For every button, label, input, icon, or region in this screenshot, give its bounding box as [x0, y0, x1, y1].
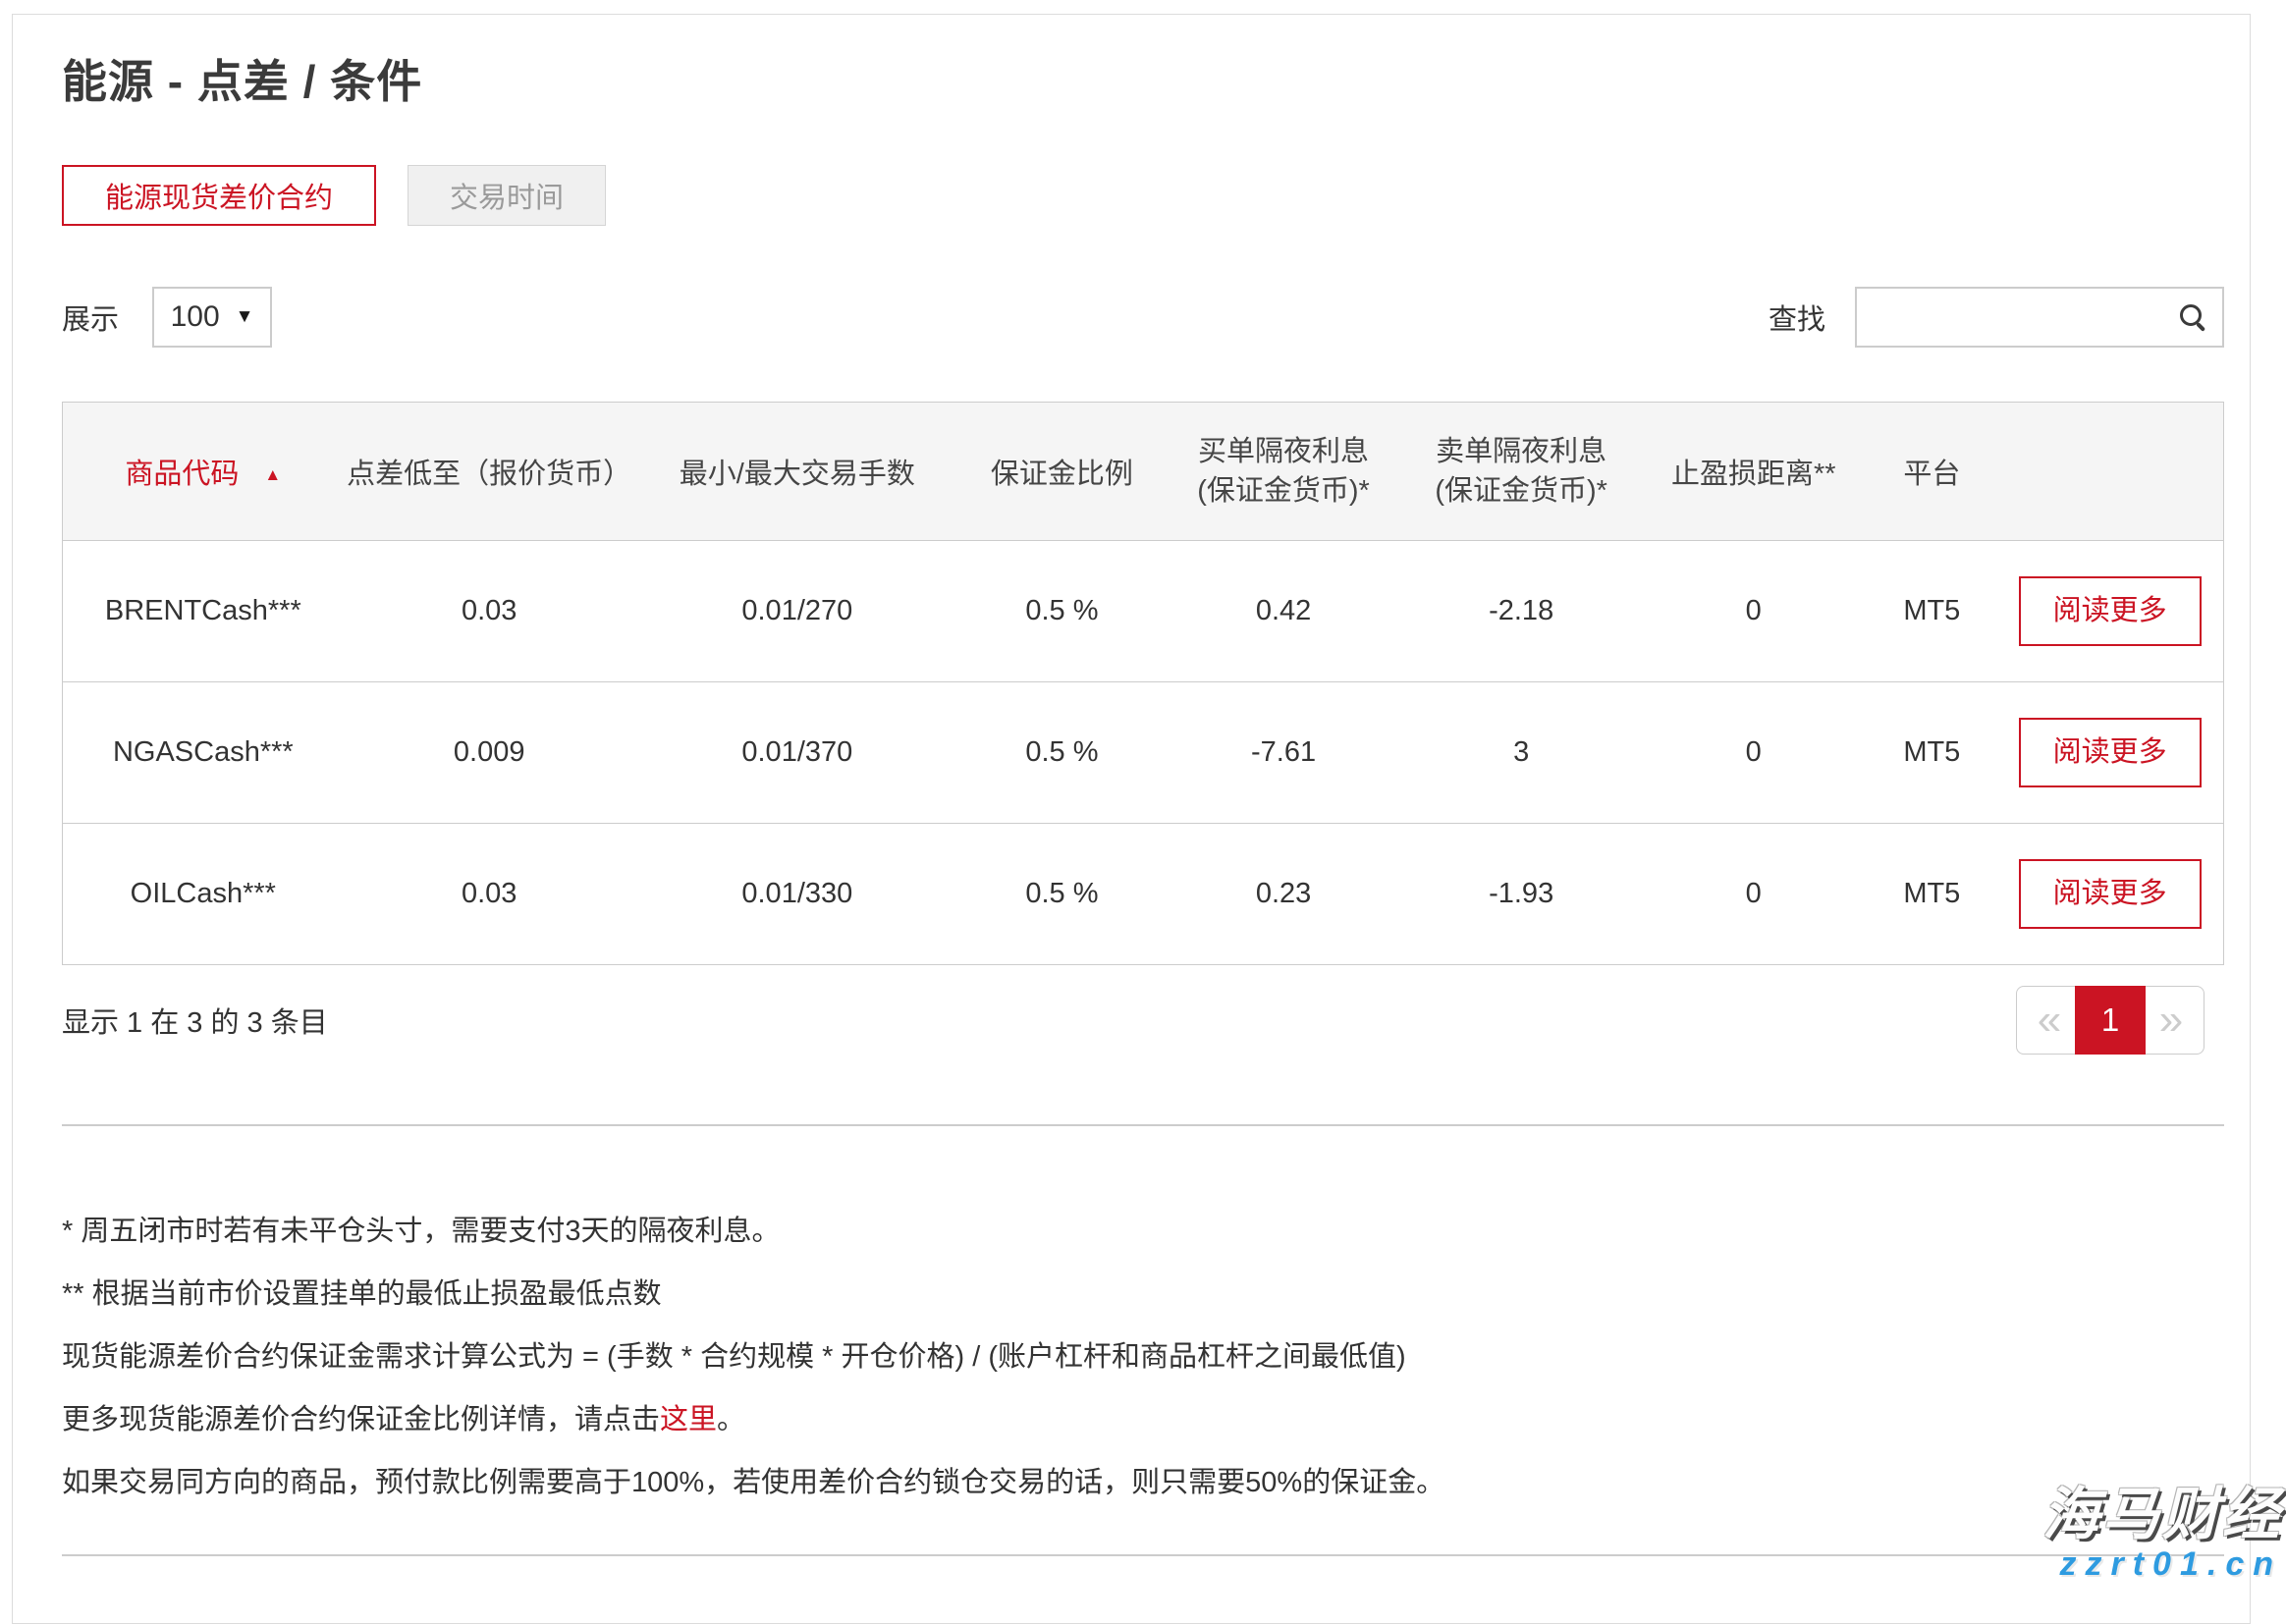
column-header-lots[interactable]: 最小/最大交易手数: [635, 403, 959, 541]
chevron-down-icon: ▼: [236, 306, 254, 328]
sell-swap-line1: 卖单隔夜利息: [1402, 432, 1640, 471]
read-more-button[interactable]: 阅读更多: [2019, 718, 2202, 787]
cell-actions: 阅读更多: [1996, 824, 2223, 965]
here-link[interactable]: 这里: [660, 1404, 717, 1435]
cell-margin: 0.5 %: [959, 824, 1165, 965]
cell-spread: 0.009: [344, 682, 635, 824]
cell-actions: 阅读更多: [1996, 682, 2223, 824]
cell-margin: 0.5 %: [959, 682, 1165, 824]
column-header-margin[interactable]: 保证金比例: [959, 403, 1165, 541]
table-row: OILCash*** 0.03 0.01/330 0.5 % 0.23 -1.9…: [63, 824, 2224, 965]
cell-buy-swap: -7.61: [1165, 682, 1402, 824]
footnote-link-suffix: 。: [717, 1404, 745, 1435]
column-header-stop-distance[interactable]: 止盈损距离**: [1640, 403, 1867, 541]
table-controls: 展示 100 ▼ 查找: [62, 287, 2224, 348]
column-header-sell-swap[interactable]: 卖单隔夜利息 (保证金货币)*: [1402, 403, 1640, 541]
content-panel: 能源 - 点差 / 条件 能源现货差价合约 交易时间 展示 100 ▼ 查找: [12, 14, 2251, 1624]
cell-actions: 阅读更多: [1996, 541, 2223, 682]
search-box: [1855, 287, 2224, 348]
column-header-actions: [1996, 403, 2223, 541]
cell-code: OILCash***: [63, 824, 344, 965]
cell-spread: 0.03: [344, 541, 635, 682]
show-entries-label: 展示: [62, 297, 119, 338]
table-header-row: 商品代码 ▲ 点差低至（报价货币） 最小/最大交易手数 保证金比例 买单隔夜利息 …: [63, 403, 2224, 541]
search-label: 查找: [1769, 297, 1825, 338]
column-header-platform[interactable]: 平台: [1867, 403, 1996, 541]
read-more-button[interactable]: 阅读更多: [2019, 576, 2202, 646]
buy-swap-line2: (保证金货币)*: [1165, 471, 1402, 511]
instruments-table-wrap: 商品代码 ▲ 点差低至（报价货币） 最小/最大交易手数 保证金比例 买单隔夜利息 …: [62, 402, 2224, 965]
cell-lots: 0.01/270: [635, 541, 959, 682]
cell-platform: MT5: [1867, 541, 1996, 682]
sort-asc-icon: ▲: [264, 465, 281, 484]
instruments-table: 商品代码 ▲ 点差低至（报价货币） 最小/最大交易手数 保证金比例 买单隔夜利息 …: [62, 402, 2224, 965]
page-size-select[interactable]: 100 ▼: [152, 287, 272, 348]
cell-spread: 0.03: [344, 824, 635, 965]
divider: [62, 1124, 2224, 1126]
footnote-hedged-margin: 如果交易同方向的商品，预付款比例需要高于100%，若使用差价合约锁仓交易的话，则…: [62, 1451, 2224, 1514]
footnote-link-prefix: 更多现货能源差价合约保证金比例详情，请点击: [62, 1404, 660, 1435]
pagination: « 1 »: [2016, 986, 2204, 1055]
tab-energy-spot-cfd[interactable]: 能源现货差价合约: [62, 165, 376, 226]
search-input[interactable]: [1873, 300, 2179, 334]
pagination-prev-button[interactable]: «: [2016, 986, 2083, 1055]
column-header-buy-swap[interactable]: 买单隔夜利息 (保证金货币)*: [1165, 403, 1402, 541]
buy-swap-line1: 买单隔夜利息: [1165, 432, 1402, 471]
cell-sell-swap: -1.93: [1402, 824, 1640, 965]
page-size-value: 100: [171, 300, 220, 334]
footnote-margin-details: 更多现货能源差价合约保证金比例详情，请点击这里。: [62, 1388, 2224, 1451]
cell-stop-distance: 0: [1640, 541, 1867, 682]
cell-sell-swap: -2.18: [1402, 541, 1640, 682]
cell-lots: 0.01/370: [635, 682, 959, 824]
tab-energy-spot-cfd-label: 能源现货差价合约: [105, 175, 333, 216]
table-footer: 显示 1 在 3 的 3 条目 « 1 »: [62, 985, 2224, 1056]
cell-platform: MT5: [1867, 824, 1996, 965]
footnote-stop-levels: ** 根据当前市价设置挂单的最低止损盈最低点数: [62, 1263, 2224, 1326]
table-row: NGASCash*** 0.009 0.01/370 0.5 % -7.61 3…: [63, 682, 2224, 824]
cell-code: BRENTCash***: [63, 541, 344, 682]
pagination-page-1[interactable]: 1: [2075, 986, 2146, 1055]
column-header-spread[interactable]: 点差低至（报价货币）: [344, 403, 635, 541]
cell-buy-swap: 0.23: [1165, 824, 1402, 965]
chevron-double-right-icon: »: [2159, 996, 2183, 1045]
cell-stop-distance: 0: [1640, 682, 1867, 824]
tab-bar: 能源现货差价合约 交易时间: [62, 165, 2224, 226]
table-row: BRENTCash*** 0.03 0.01/270 0.5 % 0.42 -2…: [63, 541, 2224, 682]
cell-code: NGASCash***: [63, 682, 344, 824]
pagination-next-button[interactable]: »: [2138, 986, 2204, 1055]
cell-lots: 0.01/330: [635, 824, 959, 965]
entries-summary: 显示 1 在 3 的 3 条目: [62, 1000, 328, 1041]
footnote-margin-formula: 现货能源差价合约保证金需求计算公式为 = (手数 * 合约规模 * 开仓价格) …: [62, 1326, 2224, 1388]
page-title: 能源 - 点差 / 条件: [62, 52, 2224, 111]
sell-swap-line2: (保证金货币)*: [1402, 471, 1640, 511]
cell-sell-swap: 3: [1402, 682, 1640, 824]
column-header-code[interactable]: 商品代码 ▲: [63, 403, 344, 541]
tab-trading-hours-label: 交易时间: [450, 175, 564, 216]
cell-platform: MT5: [1867, 682, 1996, 824]
search-icon: [2179, 302, 2208, 332]
cell-margin: 0.5 %: [959, 541, 1165, 682]
footnotes: * 周五闭市时若有未平仓头寸，需要支付3天的隔夜利息。 ** 根据当前市价设置挂…: [62, 1200, 2224, 1514]
chevron-double-left-icon: «: [2038, 996, 2061, 1045]
cell-buy-swap: 0.42: [1165, 541, 1402, 682]
footnote-swap-3days: * 周五闭市时若有未平仓头寸，需要支付3天的隔夜利息。: [62, 1200, 2224, 1263]
tab-trading-hours[interactable]: 交易时间: [408, 165, 606, 226]
cell-stop-distance: 0: [1640, 824, 1867, 965]
read-more-button[interactable]: 阅读更多: [2019, 859, 2202, 929]
divider-bottom: [62, 1554, 2224, 1556]
column-header-code-label: 商品代码: [125, 459, 239, 490]
